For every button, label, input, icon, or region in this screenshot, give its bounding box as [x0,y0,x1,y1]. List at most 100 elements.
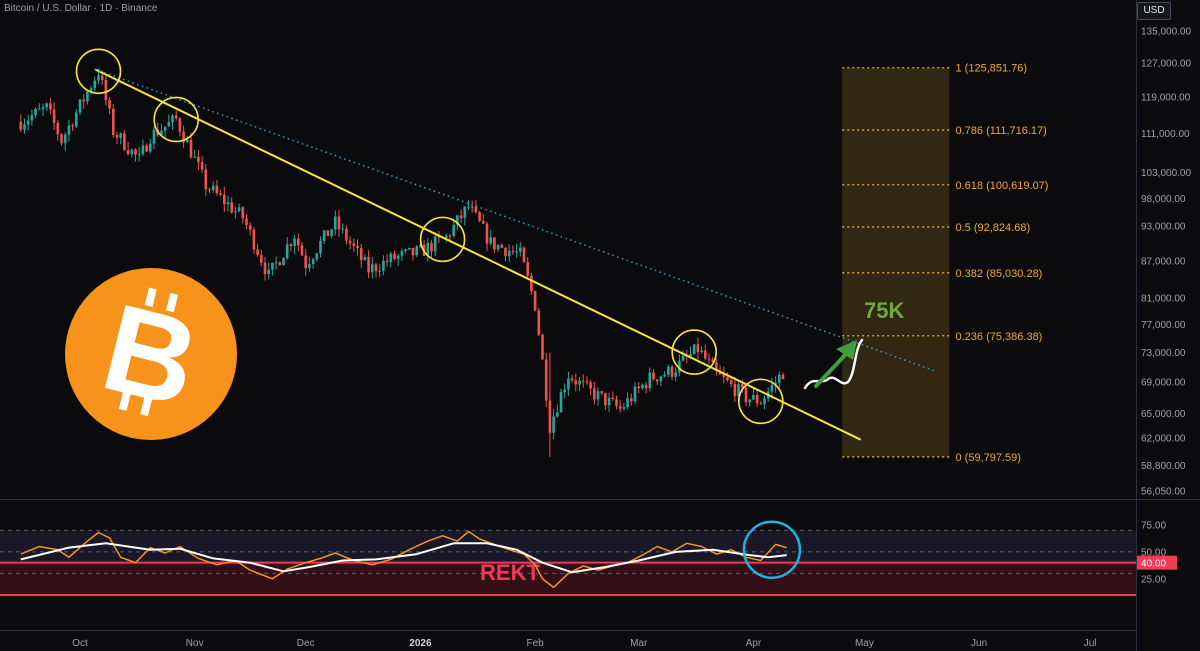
candle-body [755,395,759,404]
candle-body [248,225,252,230]
candle-body [637,386,640,389]
candle-body [171,115,174,122]
candle-body [633,386,637,402]
candle-body [522,247,526,263]
candle-body [282,258,285,266]
candle-body [622,407,626,409]
candle-body [500,245,504,248]
candle-body [552,416,555,433]
candle-body [411,247,415,256]
candle-body [245,218,248,226]
candle-body [589,382,592,389]
candle-body [733,383,737,397]
candle-body [744,387,748,403]
price-tick-label: 81,000.00 [1141,294,1186,305]
candle-body [197,156,200,163]
candle-body [504,247,507,257]
candle-body [748,399,751,403]
candle-body [763,398,766,405]
price-tick-label: 98,000.00 [1141,194,1186,205]
candle-body [526,262,529,276]
candle-body [463,206,467,219]
candle-body [285,244,289,259]
candle-body [470,206,474,208]
candle-body [648,372,652,389]
candle-body [67,125,71,135]
candle-body [71,125,74,127]
candle-body [467,206,470,208]
candle-body [574,380,578,385]
candle-body [41,107,45,109]
price-tick-label: 119,000.00 [1141,93,1191,104]
candle-body [263,262,267,275]
candle-body [112,108,115,135]
candle-body [770,384,774,392]
candle-body [482,221,485,224]
candle-body [630,398,633,402]
candle-body [581,380,585,382]
candle-body [674,372,677,377]
candle-body [618,406,622,409]
candle-body [289,244,293,246]
candle-body [297,238,300,246]
candle-body [104,79,108,101]
price-tick-label: 77,000.00 [1141,320,1186,331]
candle-body [141,145,145,155]
rsi-tick-label: 25.00 [1141,574,1166,585]
candle-body [519,247,522,252]
candle-body [644,384,648,389]
price-tick-label: 87,000.00 [1141,256,1186,267]
candle-body [149,143,152,152]
candle-body [38,108,41,110]
candle-body [359,247,363,261]
time-tick-label: Apr [746,638,762,649]
candle-body [352,243,356,247]
candle-body [126,149,130,155]
candle-body [667,366,670,375]
candle-body [378,270,381,272]
fib-level-label: 0 (59,797.59) [956,452,1021,464]
candle-body [341,228,344,230]
candle-body [445,235,448,238]
currency-button[interactable]: USD [1137,2,1171,20]
fib-zone-fill [842,67,950,457]
candle-body [45,103,48,108]
candle-body [82,99,85,102]
candle-body [208,189,211,191]
candle-body [256,249,259,255]
candle-body [134,149,137,155]
candle-body [260,254,263,263]
candle-body [137,154,141,156]
candle-body [615,399,618,407]
candle-body [348,240,352,244]
time-tick-label: 2026 [409,638,432,649]
candle-body [304,255,307,269]
candle-body [345,228,348,241]
symbol-title[interactable]: Bitcoin / U.S. Dollar · 1D · Binance [4,3,157,14]
candle-body [430,242,433,252]
candle-body [400,251,404,256]
candle-body [396,255,400,259]
candle-body [186,139,189,143]
candle-body [452,224,455,237]
candle-body [493,237,496,250]
candle-body [382,260,385,271]
candle-body [759,403,763,405]
candle-body [311,259,315,265]
candle-body [729,380,733,384]
candle-body [485,223,489,244]
fib-level-label: 0.786 (111,716.17) [956,125,1047,137]
candle-body [489,237,492,244]
candle-body [681,355,685,361]
candle-body [19,121,23,130]
price-tick-label: 127,000.00 [1141,59,1191,70]
candle-body [652,372,655,380]
rsi-panel: REKT [0,500,1136,630]
candle-body [145,145,148,152]
candle-body [752,395,755,400]
candle-body [86,91,89,102]
rekt-zone-fill [0,562,1136,595]
price-tick-label: 65,000.00 [1141,409,1186,420]
candle-body [211,185,215,191]
candle-body [478,212,481,222]
